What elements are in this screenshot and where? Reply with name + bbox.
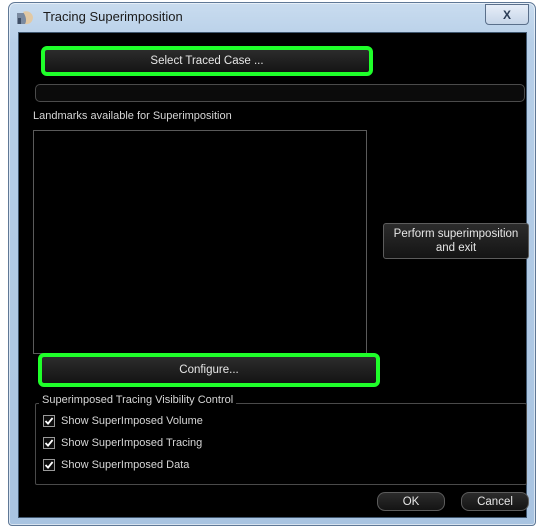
app-icon [17, 10, 35, 26]
ok-button[interactable]: OK [377, 492, 445, 511]
configure-button[interactable]: Configure... [38, 353, 380, 387]
show-superimposed-tracing-option[interactable]: Show SuperImposed Tracing [43, 437, 202, 449]
select-traced-case-label: Select Traced Case ... [150, 55, 264, 67]
perform-superimposition-button[interactable]: Perform superimposition and exit [383, 223, 529, 259]
cancel-button[interactable]: Cancel [461, 492, 529, 511]
cancel-label: Cancel [477, 495, 513, 508]
ok-label: OK [402, 495, 420, 508]
select-traced-case-button[interactable]: Select Traced Case ... [41, 46, 373, 76]
show-superimposed-data-label: Show SuperImposed Data [61, 459, 190, 471]
close-icon: X [502, 7, 511, 22]
dialog-window: Tracing Superimposition X Select Traced … [8, 2, 536, 526]
title-bar[interactable]: Tracing Superimposition X [9, 3, 535, 31]
show-superimposed-volume-checkbox[interactable] [43, 415, 55, 427]
window-title: Tracing Superimposition [43, 9, 183, 24]
show-superimposed-data-checkbox[interactable] [43, 459, 55, 471]
visibility-control-title: Superimposed Tracing Visibility Control [39, 394, 237, 406]
show-superimposed-tracing-label: Show SuperImposed Tracing [61, 437, 203, 449]
perform-superimposition-label-line1: Perform superimposition [393, 228, 519, 240]
landmarks-list[interactable] [33, 130, 367, 354]
landmarks-label: Landmarks available for Superimposition [33, 110, 232, 122]
perform-superimposition-label-line2: and exit [435, 242, 477, 254]
close-button[interactable]: X [485, 4, 529, 25]
progress-bar [35, 84, 525, 102]
dialog-client-area: Select Traced Case ... Landmarks availab… [18, 32, 529, 518]
configure-label: Configure... [179, 364, 239, 376]
show-superimposed-volume-label: Show SuperImposed Volume [61, 415, 203, 427]
checkmark-icon [44, 417, 54, 425]
checkmark-icon [44, 439, 54, 447]
show-superimposed-volume-option[interactable]: Show SuperImposed Volume [43, 415, 203, 427]
show-superimposed-data-option[interactable]: Show SuperImposed Data [43, 459, 189, 471]
checkmark-icon [44, 461, 54, 469]
show-superimposed-tracing-checkbox[interactable] [43, 437, 55, 449]
